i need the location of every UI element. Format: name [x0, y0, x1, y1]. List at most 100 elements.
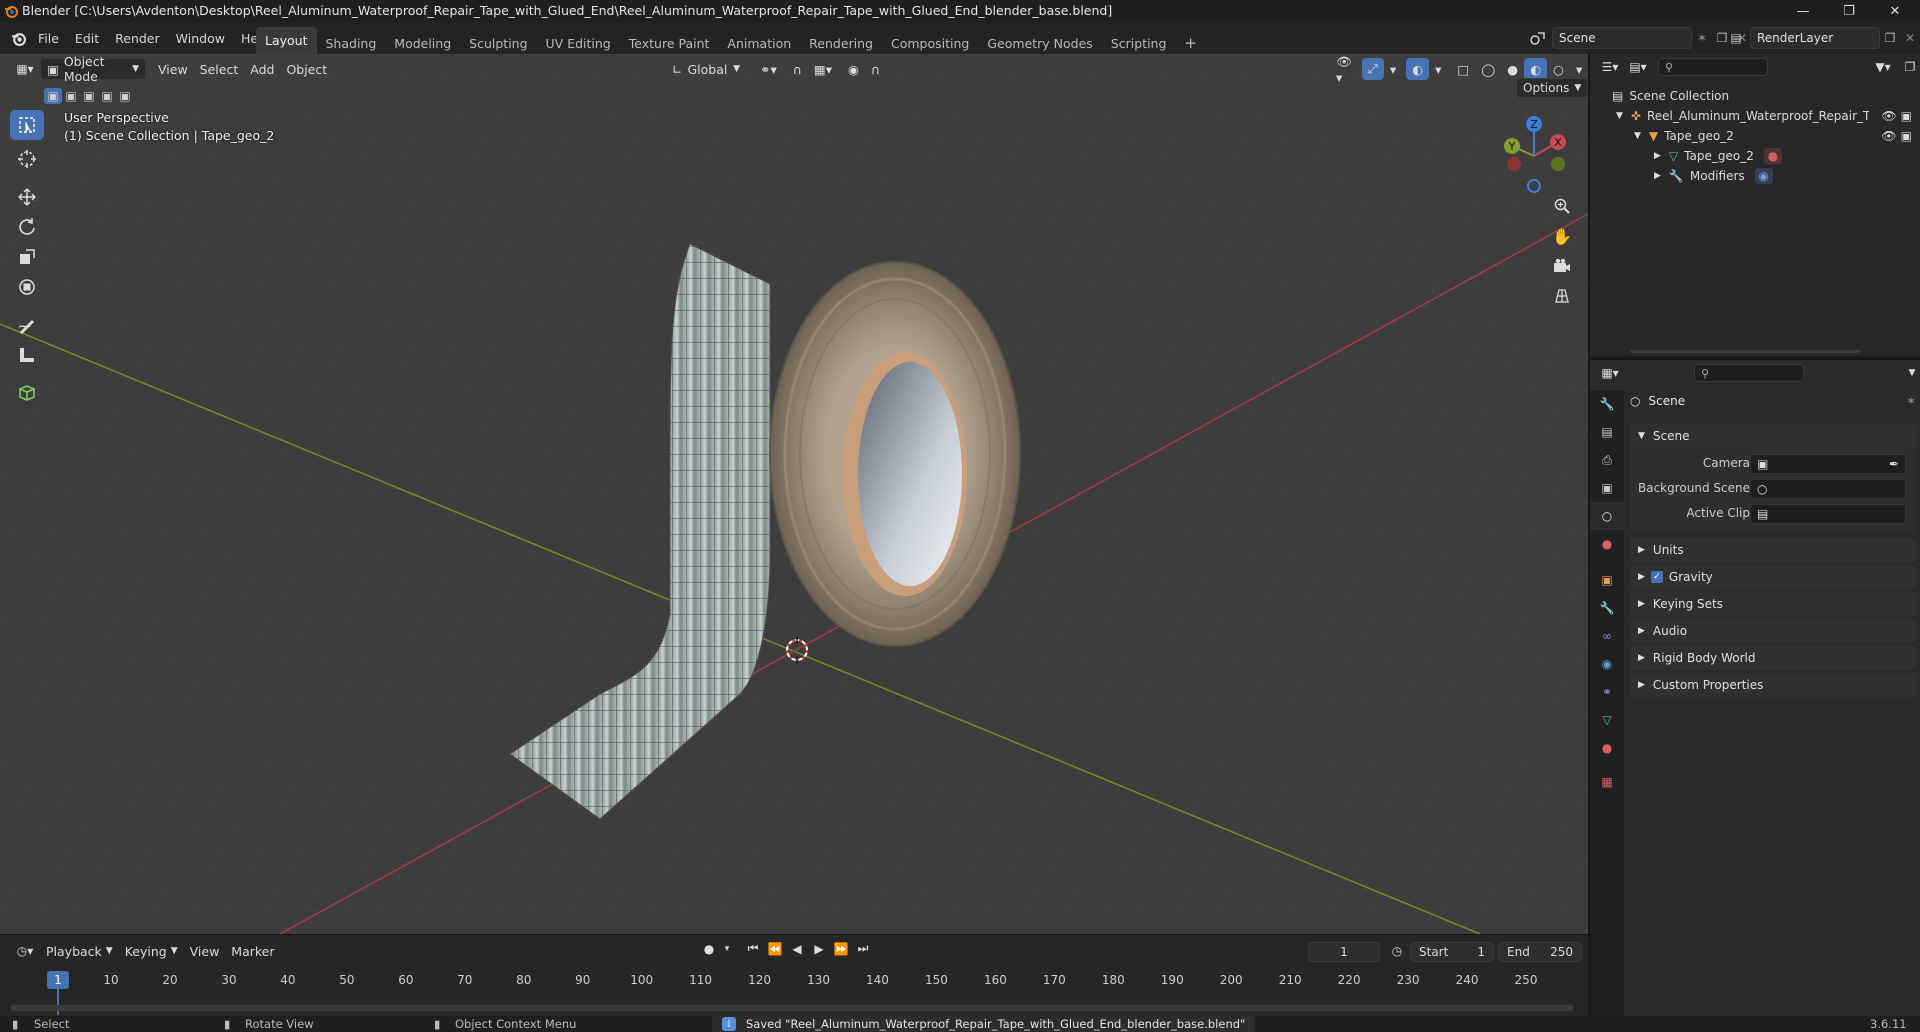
cursor-tool[interactable]: [10, 144, 44, 174]
eye-icon[interactable]: 👁: [1881, 109, 1896, 123]
xray-icon[interactable]: □: [1451, 58, 1475, 80]
view-layer-field[interactable]: RenderLayer: [1750, 27, 1880, 49]
tab-shading[interactable]: Shading: [317, 32, 386, 54]
eyedropper-icon[interactable]: ✒: [1889, 457, 1899, 471]
rendered-shading-icon[interactable]: ○: [1547, 58, 1570, 80]
solid-shading-icon[interactable]: ●: [1501, 58, 1524, 80]
proportional-edit-icon[interactable]: ◉: [842, 58, 865, 80]
audio-panel[interactable]: ▶ Audio: [1630, 619, 1916, 643]
tab-modeling[interactable]: Modeling: [385, 32, 460, 54]
select-box-tool[interactable]: [10, 110, 44, 140]
gizmo-toggle-icon[interactable]: ⤢: [1361, 58, 1384, 80]
material-tab-icon[interactable]: ●: [1590, 734, 1624, 762]
particles-tab-icon[interactable]: ∞: [1590, 622, 1624, 650]
pin-icon[interactable]: ✶: [1692, 31, 1712, 45]
wireframe-shading-icon[interactable]: ◯: [1475, 58, 1501, 80]
data-tab-icon[interactable]: ▽: [1590, 706, 1624, 734]
add-cube-tool[interactable]: [10, 378, 44, 408]
frame-ruler[interactable]: 1 10 20 30 40 50 60 70 80 90 100 110 120 130 140 150 160…: [0, 965, 1588, 1017]
falloff-icon[interactable]: ∩: [865, 58, 886, 80]
tab-rendering[interactable]: Rendering: [800, 32, 882, 54]
properties-editor-icon[interactable]: ▦▾: [1596, 366, 1624, 380]
overlays-dropdown-icon[interactable]: ▾: [1429, 58, 1447, 80]
tab-compositing[interactable]: Compositing: [882, 32, 978, 54]
select-intersect-icon[interactable]: ▣: [116, 88, 134, 104]
tab-texture-paint[interactable]: Texture Paint: [620, 32, 719, 54]
object-tab-icon[interactable]: ▣: [1590, 566, 1624, 594]
outliner-row-tape-object[interactable]: ▼ ▼ Tape_geo_2 👁 ▣: [1590, 126, 1920, 146]
select-extend-icon[interactable]: ▣: [62, 88, 80, 104]
camera-view-icon[interactable]: [1548, 252, 1576, 280]
texture-tab-icon[interactable]: ▦: [1590, 768, 1624, 796]
menu-object[interactable]: Object: [280, 58, 333, 80]
rigid-body-world-panel[interactable]: ▶ Rigid Body World: [1630, 646, 1916, 670]
transform-tool[interactable]: [10, 272, 44, 302]
outliner-search-input[interactable]: ⚲: [1658, 58, 1768, 76]
properties-search-input[interactable]: ⚲: [1694, 364, 1804, 382]
scene-name-field[interactable]: Scene: [1552, 27, 1692, 49]
tool-tab-icon[interactable]: 🔧: [1590, 390, 1624, 418]
chevron-down-icon[interactable]: ▼: [1902, 368, 1920, 378]
tab-uv-editing[interactable]: UV Editing: [537, 32, 620, 54]
annotate-tool[interactable]: [10, 310, 44, 340]
select-invert-icon[interactable]: ▣: [98, 88, 116, 104]
shading-dropdown-icon[interactable]: ▾: [1570, 58, 1588, 80]
menu-select[interactable]: Select: [194, 58, 245, 80]
maximize-button[interactable]: ❐: [1826, 0, 1872, 22]
filter-icon[interactable]: ▼▾: [1868, 60, 1898, 74]
select-new-icon[interactable]: ▣: [44, 88, 62, 104]
menu-file[interactable]: File: [30, 27, 67, 49]
add-workspace-icon[interactable]: +: [1175, 32, 1206, 54]
menu-render[interactable]: Render: [107, 27, 168, 49]
view-layer-icon[interactable]: ▤: [1722, 31, 1750, 45]
new-view-layer-icon[interactable]: ❐: [1880, 31, 1900, 45]
tab-geometry-nodes[interactable]: Geometry Nodes: [978, 32, 1101, 54]
outliner-row-scene-collection[interactable]: ▤ Scene Collection: [1590, 86, 1920, 106]
pin-icon[interactable]: ✶: [1906, 394, 1916, 408]
camera-field[interactable]: ▣ ✒: [1750, 454, 1906, 474]
scene-tab-icon[interactable]: ○: [1590, 502, 1624, 530]
select-subtract-icon[interactable]: ▣: [80, 88, 98, 104]
menu-window[interactable]: Window: [168, 27, 233, 49]
tab-animation[interactable]: Animation: [718, 32, 800, 54]
constraints-tab-icon[interactable]: ⚭: [1590, 678, 1624, 706]
custom-properties-panel[interactable]: ▶ Custom Properties: [1630, 673, 1916, 697]
active-clip-field[interactable]: ▤: [1750, 504, 1906, 524]
material-shading-icon[interactable]: ◐: [1524, 58, 1548, 80]
rotate-tool[interactable]: [10, 212, 44, 242]
measure-tool[interactable]: [10, 340, 44, 370]
delete-view-layer-icon[interactable]: ✕: [1900, 31, 1920, 45]
pan-hand-icon[interactable]: ✋: [1548, 222, 1576, 250]
menu-add[interactable]: Add: [244, 58, 280, 80]
visibility-icon[interactable]: 👁▾: [1330, 54, 1358, 85]
world-tab-icon[interactable]: ●: [1590, 530, 1624, 558]
ortho-grid-icon[interactable]: [1548, 282, 1576, 310]
display-mode-icon[interactable]: ▤▾: [1624, 60, 1652, 74]
menu-view[interactable]: View: [152, 58, 194, 80]
blender-menu-icon[interactable]: [6, 27, 30, 49]
gravity-checkbox[interactable]: ✓: [1650, 571, 1663, 583]
editor-type-icon[interactable]: ▦▾: [10, 58, 40, 80]
options-button[interactable]: Options ▼: [1516, 78, 1588, 98]
camera-render-icon[interactable]: ▣: [1901, 129, 1912, 143]
zoom-icon[interactable]: [1548, 192, 1576, 220]
close-button[interactable]: ✕: [1872, 0, 1918, 22]
transform-orientation-select[interactable]: ∟ Global ▼: [666, 58, 746, 80]
background-scene-field[interactable]: ○: [1750, 479, 1906, 499]
tab-layout[interactable]: Layout: [256, 27, 317, 54]
camera-render-icon[interactable]: ▣: [1901, 109, 1912, 123]
keying-sets-panel[interactable]: ▶ Keying Sets: [1630, 592, 1916, 616]
render-tab-icon[interactable]: ▤: [1590, 418, 1624, 446]
outliner-editor-icon[interactable]: ☰▾: [1596, 60, 1624, 74]
modifier-tab-icon[interactable]: 🔧: [1590, 594, 1624, 622]
scale-tool[interactable]: [10, 242, 44, 272]
gravity-panel[interactable]: ▶ ✓ Gravity: [1630, 565, 1916, 589]
tab-scripting[interactable]: Scripting: [1102, 32, 1176, 54]
new-collection-icon[interactable]: ❐: [1898, 60, 1920, 74]
overlays-toggle-icon[interactable]: ◐: [1406, 58, 1430, 80]
gizmo-dropdown-icon[interactable]: ▾: [1384, 58, 1402, 80]
scene-icon[interactable]: [1524, 27, 1552, 49]
viewport-scene[interactable]: [0, 54, 1588, 934]
3d-viewport[interactable]: ▦▾ ▣ Object Mode ▼ View Select Add Objec…: [0, 54, 1588, 934]
pivot-point-icon[interactable]: ⚭▾: [754, 58, 783, 80]
